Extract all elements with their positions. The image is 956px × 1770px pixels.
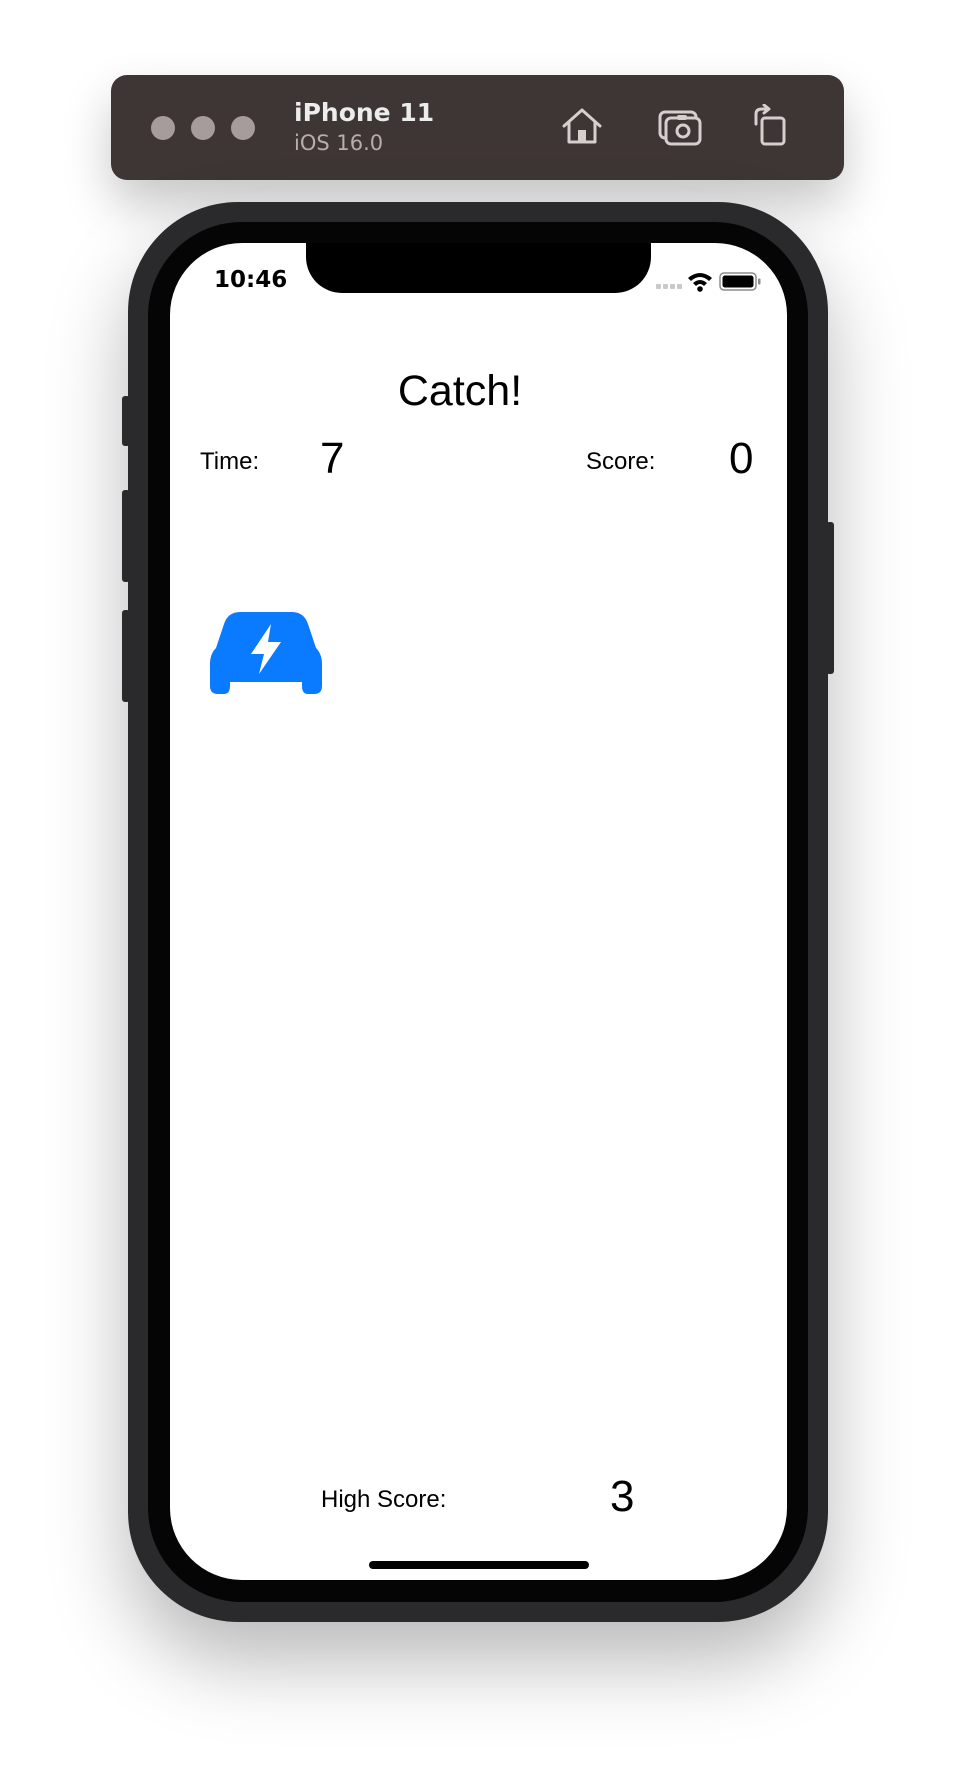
cellular-signal-icon: [656, 284, 682, 289]
mute-switch[interactable]: [122, 396, 130, 446]
time-value: 7: [320, 434, 345, 483]
time-label: Time:: [200, 448, 260, 475]
score-value: 0: [729, 434, 754, 483]
score-label: Score:: [586, 448, 656, 475]
high-score-value: 3: [610, 1472, 635, 1521]
window-zoom-dot[interactable]: [231, 116, 255, 140]
notch: [306, 243, 651, 293]
screenshot-icon[interactable]: [656, 104, 704, 148]
home-indicator[interactable]: [369, 1561, 589, 1569]
volume-up-button[interactable]: [122, 490, 130, 582]
status-bar-icons: [656, 272, 761, 292]
wifi-icon: [688, 273, 712, 292]
app-title: Catch!: [397, 367, 523, 415]
window-minimize-dot[interactable]: [191, 116, 215, 140]
rotate-icon[interactable]: [748, 104, 796, 148]
phone-screen: 10:46 Catch! Time: 7 Score: 0 High Score…: [170, 243, 787, 1580]
high-score-label: High Score:: [321, 1486, 447, 1513]
status-bar-time: 10:46: [214, 267, 288, 293]
electric-car-icon[interactable]: [210, 608, 322, 694]
simulator-os-version: iOS 16.0: [294, 131, 384, 155]
home-icon[interactable]: [558, 104, 606, 148]
simulator-toolbar: [111, 75, 844, 180]
volume-down-button[interactable]: [122, 610, 130, 702]
window-close-dot[interactable]: [151, 116, 175, 140]
simulator-device-name: iPhone 11: [294, 98, 435, 127]
power-button[interactable]: [826, 522, 834, 674]
battery-icon: [719, 272, 761, 291]
